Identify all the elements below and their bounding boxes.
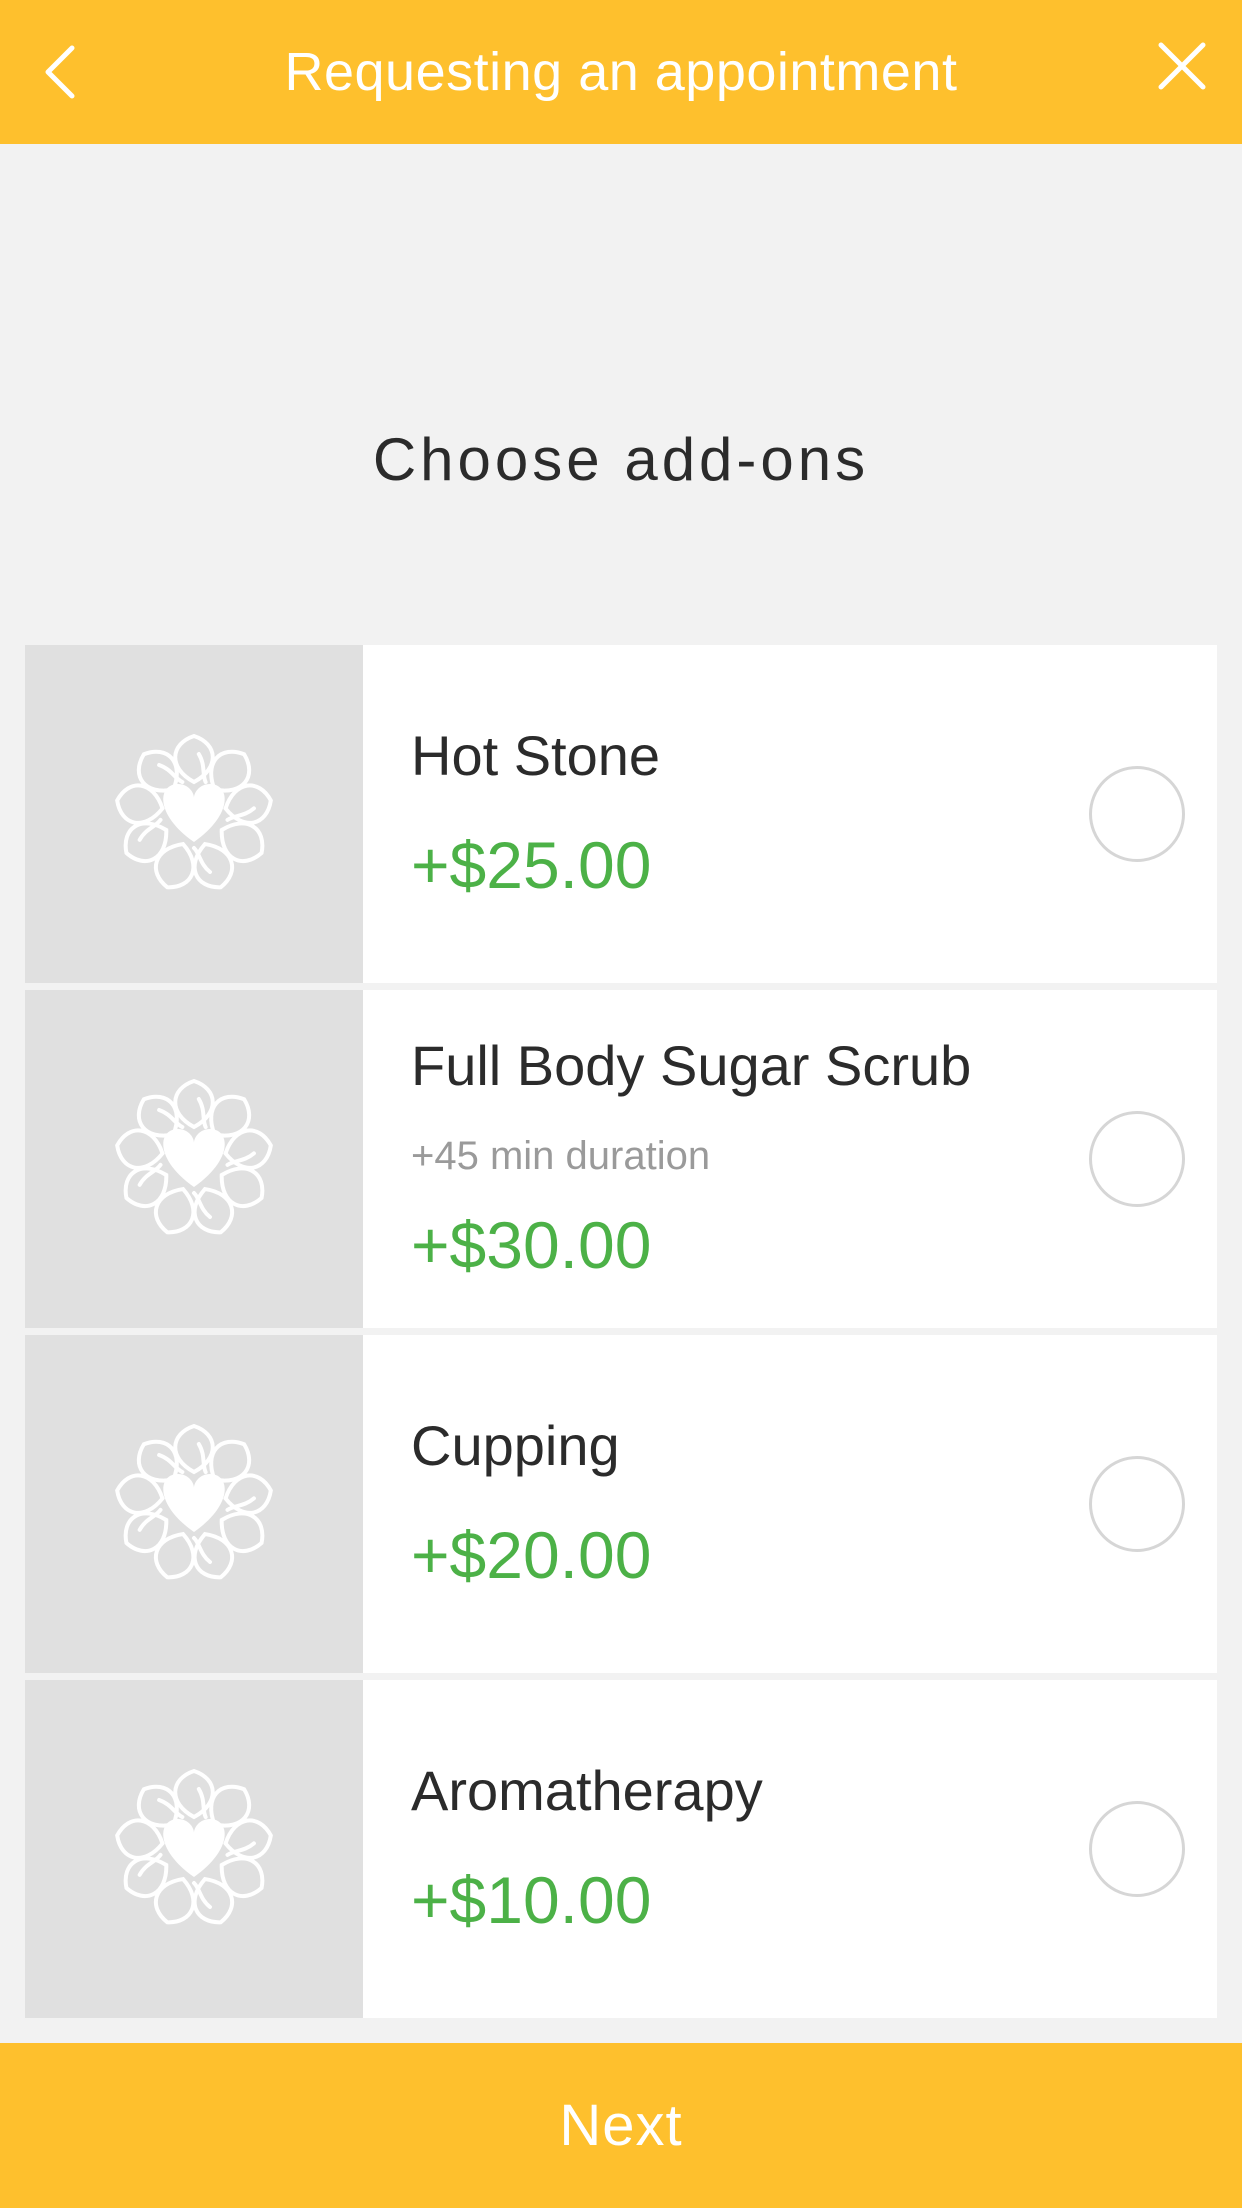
addon-thumbnail <box>25 645 363 983</box>
addon-name: Hot Stone <box>411 724 661 788</box>
lotus-heart-icon <box>111 1079 277 1241</box>
addon-name: Cupping <box>411 1414 620 1478</box>
chevron-left-icon <box>45 45 75 99</box>
addon-radio-button[interactable] <box>1089 766 1185 862</box>
close-button[interactable] <box>1146 30 1218 102</box>
lotus-heart-icon <box>111 1424 277 1586</box>
addon-thumbnail <box>25 1680 363 2018</box>
addon-thumbnail <box>25 1335 363 1673</box>
close-icon <box>1158 42 1206 90</box>
addon-radio-button[interactable] <box>1089 1456 1185 1552</box>
addon-info: Full Body Sugar Scrub +45 min duration +… <box>363 990 1057 1328</box>
addon-select <box>1057 1680 1217 2018</box>
lotus-heart-icon <box>111 1769 277 1931</box>
addon-price: +$20.00 <box>411 1517 652 1592</box>
addon-info: Cupping +$20.00 <box>363 1335 1057 1673</box>
addon-name: Full Body Sugar Scrub <box>411 1033 972 1097</box>
lotus-heart-icon <box>111 734 277 896</box>
addon-price: +$10.00 <box>411 1862 652 1937</box>
addon-info: Hot Stone +$25.00 <box>363 645 1057 983</box>
addon-select <box>1057 645 1217 983</box>
addon-duration: +45 min duration <box>411 1134 711 1179</box>
addon-select <box>1057 1335 1217 1673</box>
addon-radio-button[interactable] <box>1089 1111 1185 1207</box>
addon-price: +$30.00 <box>411 1208 652 1283</box>
section-title: Choose add-ons <box>372 426 870 493</box>
header-bar: Requesting an appointment <box>0 0 1242 144</box>
back-button[interactable] <box>24 36 96 108</box>
addon-list: Hot Stone +$25.00 Full Body Sugar Scrub … <box>25 645 1217 2025</box>
addon-item-aromatherapy[interactable]: Aromatherapy +$10.00 <box>25 1680 1217 2018</box>
next-button[interactable]: Next <box>0 2043 1242 2208</box>
addon-radio-button[interactable] <box>1089 1801 1185 1897</box>
addon-price: +$25.00 <box>411 827 652 902</box>
page-title: Requesting an appointment <box>284 42 958 102</box>
addon-item-full-body-sugar-scrub[interactable]: Full Body Sugar Scrub +45 min duration +… <box>25 990 1217 1328</box>
addon-select <box>1057 990 1217 1328</box>
addon-info: Aromatherapy +$10.00 <box>363 1680 1057 2018</box>
addon-item-cupping[interactable]: Cupping +$20.00 <box>25 1335 1217 1673</box>
addon-item-hot-stone[interactable]: Hot Stone +$25.00 <box>25 645 1217 983</box>
addon-thumbnail <box>25 990 363 1328</box>
addon-name: Aromatherapy <box>411 1759 763 1823</box>
